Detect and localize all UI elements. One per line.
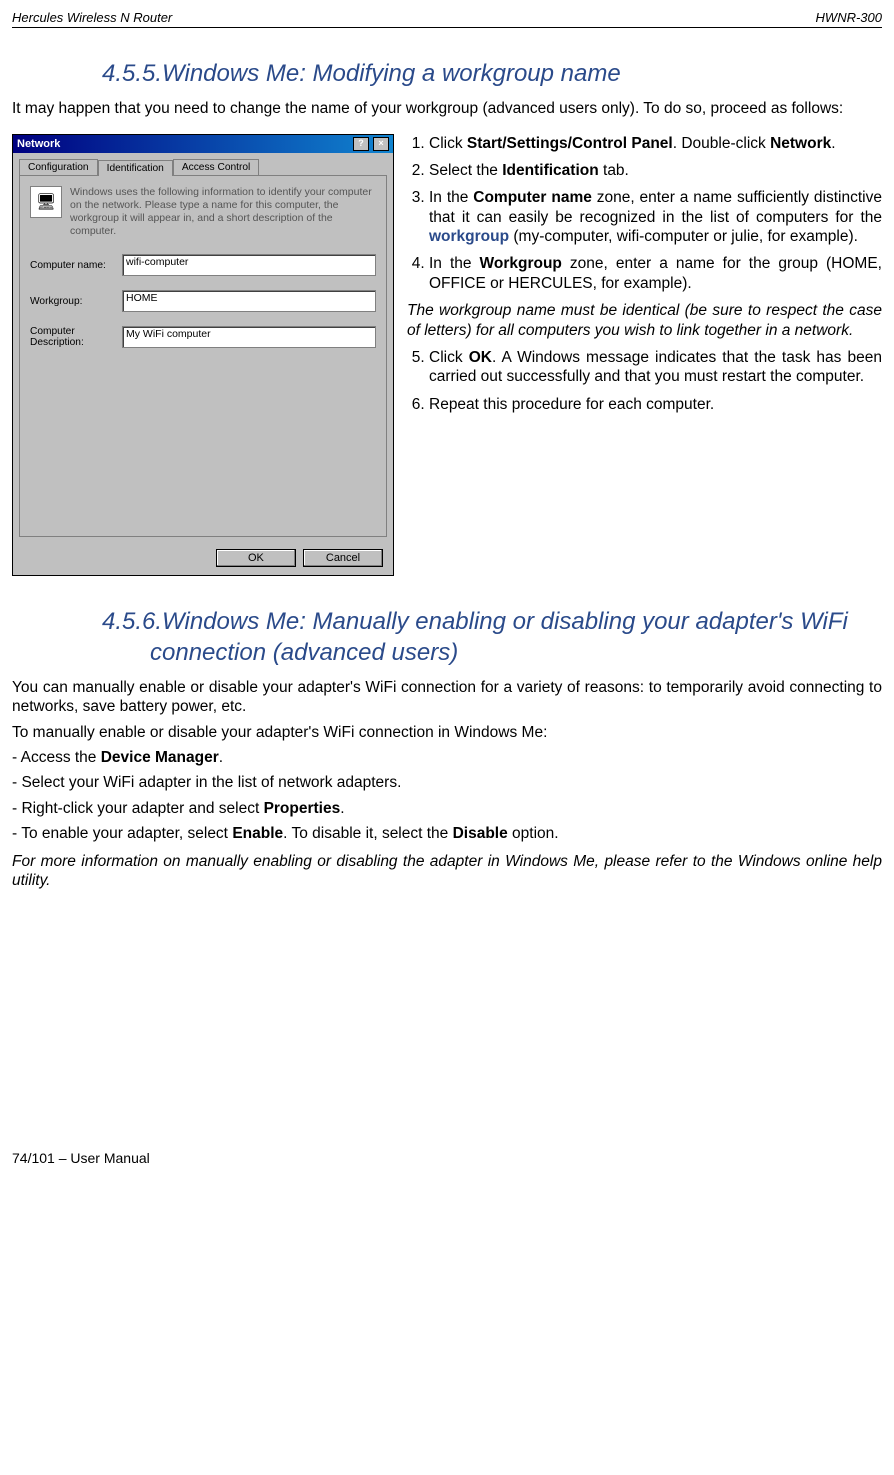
input-computer-description[interactable]: My WiFi computer xyxy=(122,326,376,348)
tab-access-control[interactable]: Access Control xyxy=(173,159,260,175)
section-455-intro: It may happen that you need to change th… xyxy=(12,99,882,118)
page-header: Hercules Wireless N Router HWNR-300 xyxy=(12,10,882,28)
note-text: The workgroup name must be identical (be… xyxy=(407,301,882,340)
tab-identification[interactable]: Identification xyxy=(98,160,173,176)
step-2: Select the Identification tab. xyxy=(429,161,882,180)
ok-button[interactable]: OK xyxy=(216,549,296,567)
p456-2: To manually enable or disable your adapt… xyxy=(12,723,882,742)
dialog-title: Network xyxy=(17,138,60,150)
section-456-heading: 4.5.6.Windows Me: Manually enabling or d… xyxy=(102,606,882,668)
computer-icon: 🖥 xyxy=(30,186,62,218)
section-455-heading: 4.5.5.Windows Me: Modifying a workgroup … xyxy=(102,58,882,89)
workgroup-link[interactable]: workgroup xyxy=(429,228,509,245)
line-select-adapter: - Select your WiFi adapter in the list o… xyxy=(12,773,882,792)
step-1: Click Start/Settings/Control Panel. Doub… xyxy=(429,134,882,153)
label-computer-name: Computer name: xyxy=(30,260,122,271)
help-icon[interactable]: ? xyxy=(353,137,369,151)
input-workgroup[interactable]: HOME xyxy=(122,290,376,312)
step-5: Click OK. A Windows message indicates th… xyxy=(429,348,882,387)
line-device-manager: - Access the Device Manager. xyxy=(12,748,882,767)
line-enable-disable: - To enable your adapter, select Enable.… xyxy=(12,824,882,843)
line-properties: - Right-click your adapter and select Pr… xyxy=(12,799,882,818)
step-3: In the Computer name zone, enter a name … xyxy=(429,188,882,246)
footnote-456: For more information on manually enablin… xyxy=(12,852,882,891)
tab-body: 🖥 Windows uses the following information… xyxy=(19,175,387,537)
step-4: In the Workgroup zone, enter a name for … xyxy=(429,254,882,293)
page-footer: 74/101 – User Manual xyxy=(12,1150,882,1166)
header-right: HWNR-300 xyxy=(816,10,882,25)
instruction-list: Click Start/Settings/Control Panel. Doub… xyxy=(407,134,882,576)
input-computer-name[interactable]: wifi-computer xyxy=(122,254,376,276)
p456-1: You can manually enable or disable your … xyxy=(12,678,882,717)
step-6: Repeat this procedure for each computer. xyxy=(429,395,882,414)
network-dialog: Network ? × Configuration Identification… xyxy=(12,134,392,576)
cancel-button[interactable]: Cancel xyxy=(303,549,383,567)
close-icon[interactable]: × xyxy=(373,137,389,151)
tab-configuration[interactable]: Configuration xyxy=(19,159,98,175)
header-left: Hercules Wireless N Router xyxy=(12,10,172,25)
dialog-titlebar: Network ? × xyxy=(13,135,393,153)
dialog-description: Windows uses the following information t… xyxy=(70,186,376,239)
label-workgroup: Workgroup: xyxy=(30,296,122,307)
label-computer-description: Computer Description: xyxy=(30,326,122,348)
